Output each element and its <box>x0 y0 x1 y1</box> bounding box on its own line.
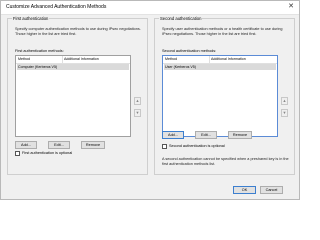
second-optional-checkbox[interactable] <box>162 144 167 149</box>
table-row[interactable]: Computer (Kerberos V5) <box>17 64 129 70</box>
list-header: Method Additional Information <box>16 56 130 64</box>
cancel-button[interactable]: Cancel <box>260 186 283 194</box>
first-edit-button[interactable]: Edit... <box>48 141 70 149</box>
second-methods-label: Second authentication methods: <box>162 49 217 53</box>
column-divider[interactable] <box>62 56 63 63</box>
move-down-button[interactable]: ▼ <box>281 109 288 117</box>
method-cell: Computer (Kerberos V5) <box>18 64 58 69</box>
first-auth-description: Specify computer authentication methods … <box>15 27 141 36</box>
method-cell: User (Kerberos V5) <box>165 64 196 69</box>
close-icon[interactable]: ✕ <box>288 3 294 11</box>
second-authentication-group: Second authentication Specify user authe… <box>154 16 295 175</box>
second-add-button[interactable]: Add... <box>162 131 184 139</box>
move-up-button[interactable]: ▲ <box>281 97 288 105</box>
column-header-info[interactable]: Additional Information <box>64 57 99 62</box>
first-remove-button[interactable]: Remove <box>81 141 105 149</box>
first-optional-checkbox[interactable] <box>15 151 20 156</box>
list-header: Method Additional Information <box>163 56 277 64</box>
preshared-key-note: A second authentication cannot be specif… <box>162 157 289 166</box>
window-title: Customize Advanced Authentication Method… <box>6 4 107 10</box>
second-optional-label[interactable]: Second authentication is optional <box>169 144 225 149</box>
dialog-window: Customize Advanced Authentication Method… <box>0 0 300 200</box>
title-bar[interactable]: Customize Advanced Authentication Method… <box>1 1 299 15</box>
move-up-button[interactable]: ▲ <box>134 97 141 105</box>
move-down-button[interactable]: ▼ <box>134 109 141 117</box>
second-methods-list[interactable]: Method Additional Information User (Kerb… <box>162 55 278 137</box>
first-methods-list[interactable]: Method Additional Information Computer (… <box>15 55 131 137</box>
column-divider[interactable] <box>209 56 210 63</box>
column-header-method[interactable]: Method <box>18 57 30 62</box>
column-header-method[interactable]: Method <box>165 57 177 62</box>
first-auth-legend: First authentication <box>12 16 50 21</box>
second-remove-button[interactable]: Remove <box>228 131 252 139</box>
second-auth-description: Specify user authentication methods or a… <box>162 27 283 36</box>
ok-button[interactable]: OK <box>233 186 256 194</box>
first-authentication-group: First authentication Specify computer au… <box>7 16 148 175</box>
table-row[interactable]: User (Kerberos V5) <box>164 64 276 70</box>
first-add-button[interactable]: Add... <box>15 141 37 149</box>
first-optional-label[interactable]: First authentication is optional <box>22 151 72 156</box>
second-auth-legend: Second authentication <box>159 16 203 21</box>
second-edit-button[interactable]: Edit... <box>195 131 217 139</box>
column-header-info[interactable]: Additional Information <box>211 57 246 62</box>
first-methods-label: First authentication methods: <box>15 49 64 53</box>
